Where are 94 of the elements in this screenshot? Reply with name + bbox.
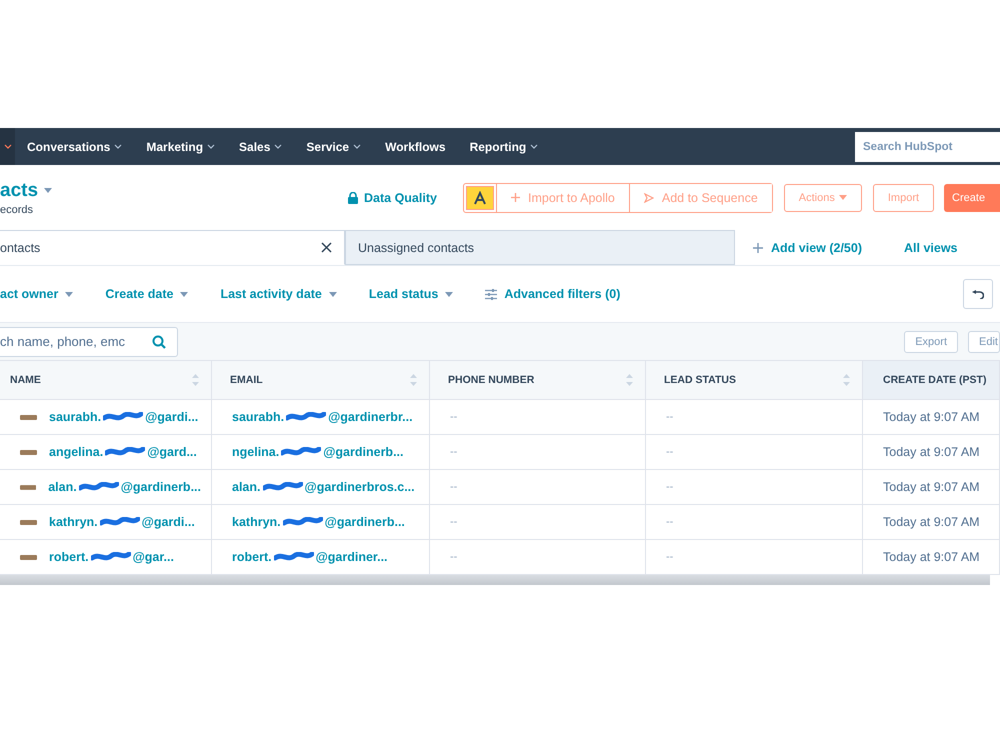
avatar-icon [20, 520, 37, 524]
search-field[interactable]: Search HubSpot [855, 132, 1000, 162]
redaction-scribble [282, 517, 323, 527]
horizontal-scrollbar[interactable] [0, 575, 990, 585]
caret-icon [65, 292, 74, 296]
table-cell: -- [450, 551, 458, 563]
redaction-scribble [262, 482, 302, 492]
import-button[interactable]: Import [872, 184, 934, 212]
undo-button[interactable] [963, 279, 993, 309]
plus-icon [511, 193, 520, 202]
dropdown-caret-icon [44, 188, 52, 193]
add-view-button[interactable]: Add view (2/50) [747, 240, 868, 256]
send-icon [644, 192, 654, 202]
filter-dropdown[interactable]: Lead status [368, 287, 454, 301]
sort-icon[interactable] [843, 374, 850, 386]
redaction-scribble [100, 517, 140, 527]
column-header[interactable]: LEAD STATUS [646, 360, 863, 400]
avatar-icon [20, 414, 37, 420]
caret-icon [328, 292, 337, 296]
table-cell: -- [450, 481, 458, 493]
record-count: ecords [0, 204, 34, 216]
email-link[interactable]: robert. @gardiner... [232, 550, 388, 564]
email-link[interactable]: ngelina. @gardinerb... [232, 445, 404, 459]
redaction-scribble [274, 552, 314, 562]
avatar-icon [20, 450, 37, 454]
nav-menu-segment[interactable] [0, 128, 15, 165]
nav-menu-item[interactable]: Sales [227, 140, 294, 154]
table-cell: Today at 9:07 AM [883, 480, 980, 494]
table-cell: Today at 9:07 AM [883, 550, 980, 564]
apollo-logo-icon[interactable] [466, 186, 494, 210]
table-cell: Today at 9:07 AM [883, 445, 980, 459]
close-icon[interactable] [321, 242, 332, 253]
nav-menu-item[interactable]: Service [294, 140, 374, 154]
view-tab[interactable]: Unassigned contacts [345, 230, 735, 265]
avatar-icon [20, 554, 37, 560]
export-button[interactable]: Export [904, 330, 958, 352]
column-header[interactable]: PHONE NUMBER [430, 360, 646, 400]
view-tab[interactable]: ontacts [0, 230, 345, 265]
column-header[interactable]: EMAIL [212, 360, 430, 400]
column-header[interactable]: NAME [0, 360, 212, 400]
contact-name-link[interactable]: kathryn. @gardi... [49, 515, 195, 529]
sort-icon[interactable] [626, 374, 633, 386]
contact-name-link[interactable]: saurabh. @gardi... [49, 410, 198, 424]
edit-button[interactable]: Edit [968, 330, 1000, 352]
nav-menu-item[interactable]: Workflows [373, 140, 458, 154]
email-link[interactable]: saurabh. @gardinerbr... [232, 410, 413, 424]
table-cell: -- [666, 411, 674, 423]
plus-icon [753, 242, 763, 252]
redaction-scribble [90, 552, 131, 562]
table-search-field[interactable]: ch name, phone, emc [0, 326, 178, 356]
add-to-sequence-button[interactable]: Add to Sequence [628, 184, 772, 212]
redaction-scribble [105, 447, 146, 457]
sort-icon[interactable] [192, 374, 199, 386]
search-icon [152, 334, 166, 348]
nav-menu-item[interactable]: Marketing [134, 140, 228, 154]
filter-dropdown[interactable]: act owner [0, 287, 74, 301]
table-cell: -- [450, 516, 458, 528]
table-cell: -- [666, 551, 674, 563]
page-title[interactable]: acts [0, 180, 38, 202]
filter-dropdown[interactable]: Last activity date [220, 287, 337, 301]
table-cell: Today at 9:07 AM [883, 410, 980, 424]
table-cell: Today at 9:07 AM [883, 515, 980, 529]
contact-name-link[interactable]: robert. @gar... [49, 550, 174, 564]
contact-name-link[interactable]: angelina. @gard... [49, 445, 197, 459]
create-button[interactable]: Create [944, 184, 1000, 212]
data-quality-link[interactable]: Data Quality [342, 190, 462, 206]
table-cell: -- [450, 446, 458, 458]
table-cell: -- [666, 516, 674, 528]
chevron-icon [4, 144, 12, 149]
redaction-scribble [286, 412, 326, 422]
redaction-scribble [103, 412, 144, 422]
caret-icon [445, 292, 454, 296]
redaction-scribble [78, 482, 119, 492]
actions-button[interactable]: Actions [784, 184, 862, 212]
email-link[interactable]: alan. @gardinerbros.c... [232, 480, 415, 494]
sort-icon[interactable] [410, 374, 417, 386]
caret-icon [180, 292, 188, 296]
table-cell: -- [666, 446, 674, 458]
advanced-filters-button[interactable]: Advanced filters (0) [485, 287, 620, 301]
nav-menu-item[interactable]: Reporting [458, 140, 550, 154]
avatar-icon [20, 484, 36, 490]
table-cell: -- [450, 411, 458, 423]
lock-icon [348, 192, 358, 204]
filter-dropdown[interactable]: Create date [105, 287, 188, 301]
sliders-icon [485, 288, 498, 300]
all-views-link[interactable]: All views [898, 240, 964, 256]
caret-icon [838, 195, 847, 200]
redaction-scribble [281, 447, 322, 457]
contact-name-link[interactable]: alan. @gardinerb... [48, 480, 201, 494]
column-header[interactable]: CREATE DATE (PST) [863, 360, 1000, 400]
email-link[interactable]: kathryn. @gardinerb... [232, 515, 405, 529]
undo-icon [972, 290, 984, 298]
table-cell: -- [666, 481, 674, 493]
nav-menu-item[interactable]: Conversations [15, 140, 134, 154]
